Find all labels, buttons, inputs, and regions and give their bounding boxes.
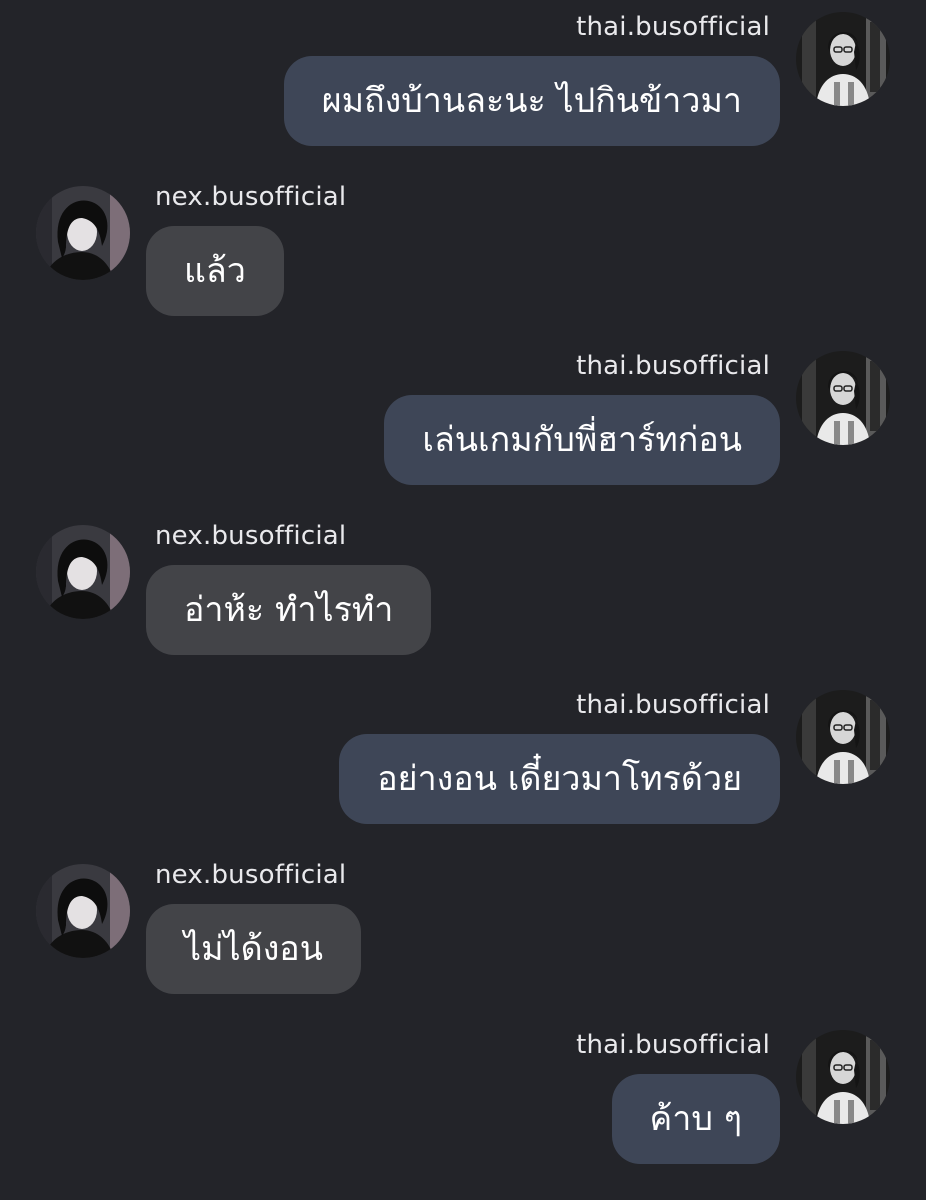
avatar-image: [36, 525, 130, 619]
message-bubble[interactable]: แล้ว: [146, 226, 284, 316]
sender-username[interactable]: thai.busofficial: [576, 351, 770, 381]
message-incoming: nex.busofficial แล้ว: [0, 182, 926, 342]
avatar[interactable]: [36, 186, 130, 280]
chat-thread[interactable]: thai.busofficial ผมถึงบ้านละนะ ไปกินข้าว…: [0, 0, 926, 1200]
sender-username[interactable]: nex.busofficial: [155, 182, 346, 212]
avatar[interactable]: [796, 690, 890, 784]
avatar-image: [36, 186, 130, 280]
sender-username[interactable]: nex.busofficial: [155, 521, 346, 551]
message-bubble[interactable]: ค้าบ ๆ: [611, 1074, 780, 1164]
avatar-image: [796, 1030, 890, 1124]
avatar[interactable]: [796, 12, 890, 106]
message-bubble[interactable]: อ่าห้ะ ทำไรทำ: [146, 565, 432, 655]
message-bubble[interactable]: อย่างอน เดี๋ยวมาโทรด้วย: [339, 734, 780, 824]
message-outgoing: thai.busofficial ผมถึงบ้านละนะ ไปกินข้าว…: [0, 12, 926, 172]
message-text: ไม่ได้งอน: [184, 929, 323, 969]
message-outgoing: thai.busofficial อย่างอน เดี๋ยวมาโทรด้วย: [0, 690, 926, 850]
sender-username[interactable]: thai.busofficial: [576, 690, 770, 720]
avatar-image: [796, 12, 890, 106]
message-bubble[interactable]: ไม่ได้งอน: [146, 904, 361, 994]
message-text: อ่าห้ะ ทำไรทำ: [184, 590, 394, 630]
message-text: ผมถึงบ้านละนะ ไปกินข้าวมา: [321, 81, 742, 121]
avatar[interactable]: [36, 525, 130, 619]
message-incoming: nex.busofficial ไม่ได้งอน: [0, 860, 926, 1020]
message-incoming: nex.busofficial อ่าห้ะ ทำไรทำ: [0, 521, 926, 681]
avatar[interactable]: [796, 1030, 890, 1124]
message-text: แล้ว: [184, 251, 246, 291]
message-text: อย่างอน เดี๋ยวมาโทรด้วย: [377, 759, 742, 799]
avatar-image: [36, 864, 130, 958]
message-outgoing: thai.busofficial ค้าบ ๆ: [0, 1030, 926, 1190]
message-text: เล่นเกมกับพี่ฮาร์ทก่อน: [422, 420, 742, 460]
message-text: ค้าบ ๆ: [649, 1099, 743, 1139]
sender-username[interactable]: nex.busofficial: [155, 860, 346, 890]
message-outgoing: thai.busofficial เล่นเกมกับพี่ฮาร์ทก่อน: [0, 351, 926, 511]
sender-username[interactable]: thai.busofficial: [576, 12, 770, 42]
avatar-image: [796, 690, 890, 784]
sender-username[interactable]: thai.busofficial: [576, 1030, 770, 1060]
avatar-image: [796, 351, 890, 445]
avatar[interactable]: [36, 864, 130, 958]
message-bubble[interactable]: ผมถึงบ้านละนะ ไปกินข้าวมา: [283, 56, 780, 146]
avatar[interactable]: [796, 351, 890, 445]
message-bubble[interactable]: เล่นเกมกับพี่ฮาร์ทก่อน: [384, 395, 780, 485]
